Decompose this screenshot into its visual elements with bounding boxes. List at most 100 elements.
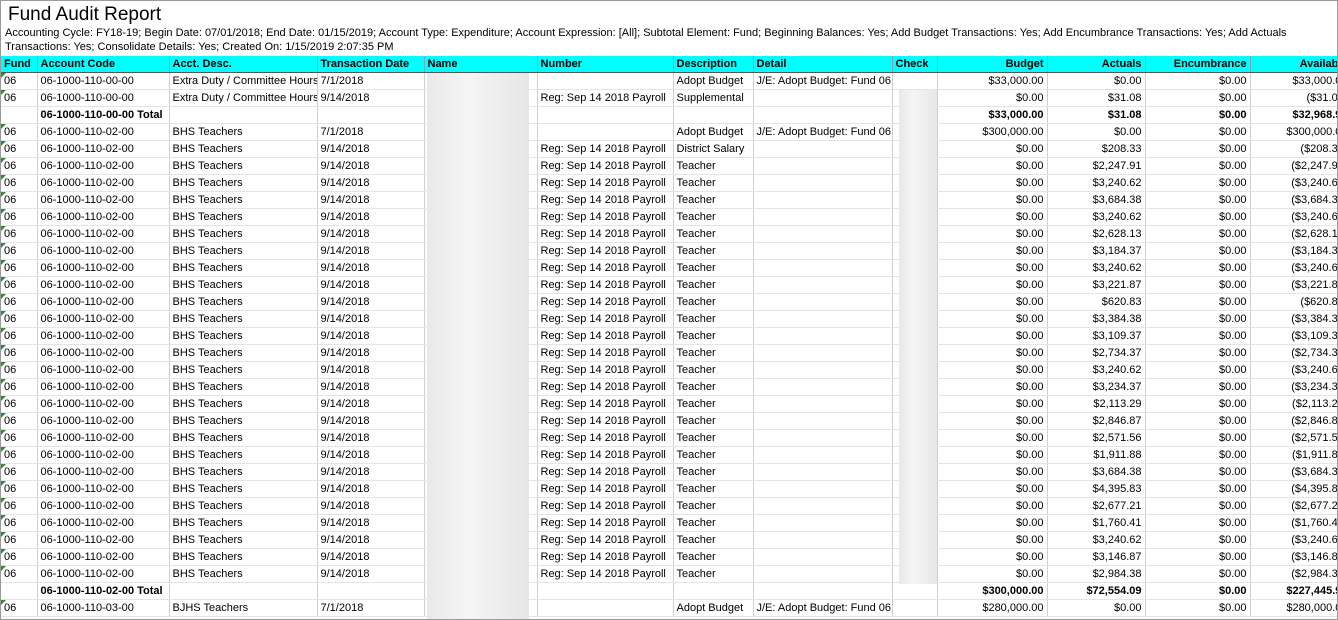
acct-desc-cell[interactable]: BHS Teachers	[169, 548, 318, 566]
budget-cell[interactable]: $0.00	[937, 361, 1048, 379]
fund-cell[interactable]: 06	[1, 140, 38, 158]
actuals-cell[interactable]: $3,146.87	[1047, 548, 1146, 566]
fund-cell[interactable]: 06	[1, 395, 38, 413]
table-row[interactable]: 06 06-1000-110-02-00 BHS Teachers 9/14/2018…	[1, 429, 1337, 447]
table-row[interactable]: 06 06-1000-110-02-00 BHS Teachers 7/1/2018 A…	[1, 123, 1337, 141]
budget-cell[interactable]: $0.00	[937, 89, 1048, 107]
budget-cell[interactable]: $0.00	[937, 344, 1048, 362]
number-cell[interactable]: Reg: Sep 14 2018 Payroll	[537, 480, 674, 498]
available-cell[interactable]: ($2,113.29)	[1250, 395, 1337, 413]
fund-cell[interactable]: 06	[1, 208, 38, 226]
fund-cell[interactable]: 06	[1, 276, 38, 294]
actuals-cell[interactable]: $2,677.21	[1047, 497, 1146, 515]
account-code-cell[interactable]: 06-1000-110-02-00	[37, 429, 170, 447]
actuals-cell[interactable]: $2,846.87	[1047, 412, 1146, 430]
acct-desc-cell[interactable]: BHS Teachers	[169, 361, 318, 379]
account-code-cell[interactable]: 06-1000-110-02-00	[37, 327, 170, 345]
column-header-check[interactable]: Check	[892, 56, 938, 73]
transaction-date-cell[interactable]: 9/14/2018	[317, 463, 425, 481]
encumbrance-cell[interactable]: $0.00	[1145, 412, 1251, 430]
acct-desc-cell[interactable]: BHS Teachers	[169, 259, 318, 277]
description-cell[interactable]: Teacher	[673, 361, 754, 379]
detail-cell[interactable]	[753, 259, 893, 277]
fund-cell[interactable]: 06	[1, 327, 38, 345]
available-cell[interactable]: $300,000.00	[1250, 123, 1337, 141]
number-cell[interactable]: Reg: Sep 14 2018 Payroll	[537, 514, 674, 532]
transaction-date-cell[interactable]: 9/14/2018	[317, 412, 425, 430]
detail-cell[interactable]	[753, 480, 893, 498]
acct-desc-cell[interactable]: BHS Teachers	[169, 565, 318, 583]
column-header-account-code[interactable]: Account Code	[37, 56, 170, 73]
number-cell[interactable]: Reg: Sep 14 2018 Payroll	[537, 242, 674, 260]
account-code-cell[interactable]: 06-1000-110-00-00 Total	[37, 106, 170, 124]
number-cell[interactable]: Reg: Sep 14 2018 Payroll	[537, 531, 674, 549]
actuals-cell[interactable]: $1,760.41	[1047, 514, 1146, 532]
number-cell[interactable]	[537, 599, 674, 617]
number-cell[interactable]: Reg: Sep 14 2018 Payroll	[537, 157, 674, 175]
description-cell[interactable]: Teacher	[673, 293, 754, 311]
account-code-cell[interactable]: 06-1000-110-02-00	[37, 565, 170, 583]
number-cell[interactable]: Reg: Sep 14 2018 Payroll	[537, 412, 674, 430]
budget-cell[interactable]: $0.00	[937, 310, 1048, 328]
account-code-cell[interactable]: 06-1000-110-02-00	[37, 293, 170, 311]
column-header-acct-desc[interactable]: Acct. Desc.	[169, 56, 318, 73]
detail-cell[interactable]	[753, 191, 893, 209]
account-code-cell[interactable]: 06-1000-110-02-00	[37, 463, 170, 481]
transaction-date-cell[interactable]: 9/14/2018	[317, 310, 425, 328]
budget-cell[interactable]: $0.00	[937, 446, 1048, 464]
detail-cell[interactable]: J/E: Adopt Budget: Fund 06	[753, 599, 893, 617]
transaction-date-cell[interactable]: 9/14/2018	[317, 446, 425, 464]
acct-desc-cell[interactable]	[169, 106, 318, 124]
number-cell[interactable]: Reg: Sep 14 2018 Payroll	[537, 310, 674, 328]
check-cell[interactable]	[892, 599, 938, 617]
acct-desc-cell[interactable]: BHS Teachers	[169, 174, 318, 192]
description-cell[interactable]: Teacher	[673, 395, 754, 413]
actuals-cell[interactable]: $3,184.37	[1047, 242, 1146, 260]
account-code-cell[interactable]: 06-1000-110-02-00	[37, 140, 170, 158]
detail-cell[interactable]	[753, 361, 893, 379]
column-header-actuals[interactable]: Actuals	[1047, 56, 1146, 73]
encumbrance-cell[interactable]: $0.00	[1145, 599, 1251, 617]
encumbrance-cell[interactable]: $0.00	[1145, 310, 1251, 328]
encumbrance-cell[interactable]: $0.00	[1145, 191, 1251, 209]
account-code-cell[interactable]: 06-1000-110-02-00	[37, 310, 170, 328]
description-cell[interactable]: Adopt Budget	[673, 123, 754, 141]
budget-cell[interactable]: $0.00	[937, 293, 1048, 311]
available-cell[interactable]: ($2,846.87)	[1250, 412, 1337, 430]
transaction-date-cell[interactable]: 9/14/2018	[317, 344, 425, 362]
encumbrance-cell[interactable]: $0.00	[1145, 140, 1251, 158]
acct-desc-cell[interactable]: BHS Teachers	[169, 463, 318, 481]
transaction-date-cell[interactable]	[317, 106, 425, 124]
fund-cell[interactable]: 06	[1, 191, 38, 209]
budget-cell[interactable]: $0.00	[937, 395, 1048, 413]
description-cell[interactable]: District Salary	[673, 140, 754, 158]
description-cell[interactable]: Teacher	[673, 378, 754, 396]
budget-cell[interactable]: $0.00	[937, 157, 1048, 175]
encumbrance-cell[interactable]: $0.00	[1145, 208, 1251, 226]
encumbrance-cell[interactable]: $0.00	[1145, 497, 1251, 515]
number-cell[interactable]: Reg: Sep 14 2018 Payroll	[537, 208, 674, 226]
check-cell[interactable]	[892, 72, 938, 90]
account-code-cell[interactable]: 06-1000-110-00-00	[37, 72, 170, 90]
account-code-cell[interactable]: 06-1000-110-02-00	[37, 191, 170, 209]
acct-desc-cell[interactable]: BHS Teachers	[169, 293, 318, 311]
acct-desc-cell[interactable]: BHS Teachers	[169, 480, 318, 498]
fund-cell[interactable]	[1, 582, 38, 600]
transaction-date-cell[interactable]: 9/14/2018	[317, 395, 425, 413]
description-cell[interactable]: Teacher	[673, 242, 754, 260]
transaction-date-cell[interactable]: 9/14/2018	[317, 514, 425, 532]
available-cell[interactable]: ($3,240.62)	[1250, 174, 1337, 192]
budget-cell[interactable]: $0.00	[937, 429, 1048, 447]
encumbrance-cell[interactable]: $0.00	[1145, 548, 1251, 566]
table-row[interactable]: 06 06-1000-110-02-00 BHS Teachers 9/14/2018…	[1, 276, 1337, 294]
transaction-date-cell[interactable]: 9/14/2018	[317, 293, 425, 311]
fund-cell[interactable]: 06	[1, 480, 38, 498]
column-header-fund[interactable]: Fund	[1, 56, 38, 73]
table-row[interactable]: 06 06-1000-110-02-00 BHS Teachers 9/14/2018…	[1, 378, 1337, 396]
column-header-detail[interactable]: Detail	[753, 56, 893, 73]
table-row[interactable]: 06 06-1000-110-03-00 BJHS Teachers 7/1/2018…	[1, 599, 1337, 617]
budget-cell[interactable]: $0.00	[937, 565, 1048, 583]
budget-cell[interactable]: $0.00	[937, 480, 1048, 498]
actuals-cell[interactable]: $31.08	[1047, 89, 1146, 107]
number-cell[interactable]: Reg: Sep 14 2018 Payroll	[537, 293, 674, 311]
